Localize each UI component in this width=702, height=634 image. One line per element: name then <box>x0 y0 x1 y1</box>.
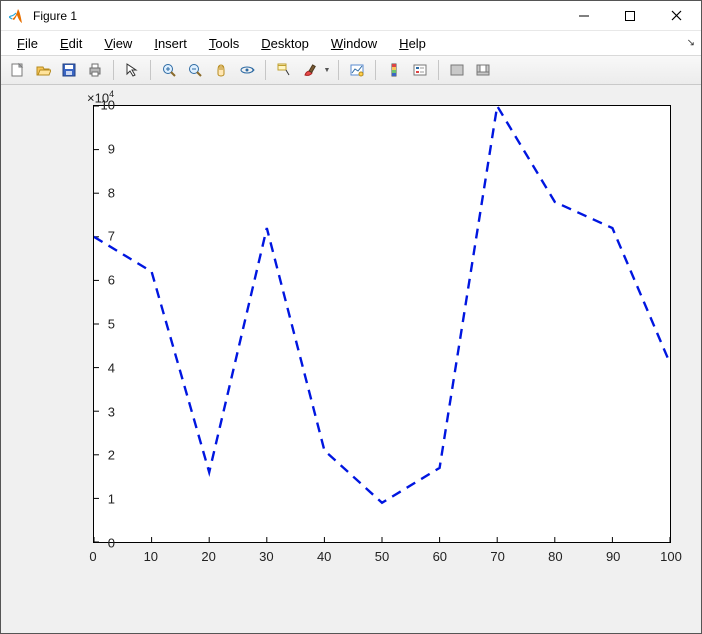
rotate-3d-button[interactable] <box>235 58 259 82</box>
menu-help[interactable]: Help <box>389 34 436 53</box>
x-tick-label: 50 <box>367 549 397 564</box>
brush-button[interactable] <box>298 58 322 82</box>
titlebar: Figure 1 <box>1 1 701 31</box>
undock-icon[interactable]: ↘ <box>687 38 695 49</box>
x-tick-label: 20 <box>194 549 224 564</box>
x-tick-label: 60 <box>425 549 455 564</box>
window-title: Figure 1 <box>33 9 561 23</box>
maximize-button[interactable] <box>607 1 653 31</box>
close-button[interactable] <box>653 1 699 31</box>
zoom-out-button[interactable] <box>183 58 207 82</box>
menu-file[interactable]: File <box>7 34 48 53</box>
x-tick-label: 10 <box>136 549 166 564</box>
separator <box>338 60 339 80</box>
minimize-button[interactable] <box>561 1 607 31</box>
x-tick-label: 90 <box>598 549 628 564</box>
y-tick-label: 8 <box>85 185 115 200</box>
line-plot <box>94 106 670 542</box>
data-cursor-button[interactable] <box>272 58 296 82</box>
zoom-in-button[interactable] <box>157 58 181 82</box>
menubar: File Edit View Insert Tools Desktop Wind… <box>1 31 701 55</box>
separator <box>375 60 376 80</box>
new-figure-button[interactable] <box>5 58 29 82</box>
print-button[interactable] <box>83 58 107 82</box>
menu-desktop[interactable]: Desktop <box>251 34 319 53</box>
separator <box>265 60 266 80</box>
x-tick-label: 70 <box>483 549 513 564</box>
x-tick-label: 40 <box>309 549 339 564</box>
hide-plot-tools-button[interactable] <box>445 58 469 82</box>
edit-plot-button[interactable] <box>120 58 144 82</box>
menu-window[interactable]: Window <box>321 34 387 53</box>
separator <box>438 60 439 80</box>
menu-tools[interactable]: Tools <box>199 34 249 53</box>
brush-dropdown[interactable]: ▼ <box>322 58 332 82</box>
window-controls <box>561 1 699 31</box>
y-tick-label: 9 <box>85 141 115 156</box>
figure-area: ×104 012345678910 0102030405060708090100 <box>1 85 701 633</box>
show-plot-tools-button[interactable] <box>471 58 495 82</box>
save-button[interactable] <box>57 58 81 82</box>
x-tick-label: 30 <box>251 549 281 564</box>
matlab-icon <box>9 8 25 24</box>
y-tick-label: 3 <box>85 404 115 419</box>
y-tick-label: 6 <box>85 273 115 288</box>
insert-legend-button[interactable] <box>408 58 432 82</box>
axes[interactable] <box>93 105 671 543</box>
menu-view[interactable]: View <box>94 34 142 53</box>
y-tick-label: 1 <box>85 492 115 507</box>
link-plot-button[interactable] <box>345 58 369 82</box>
y-tick-label: 10 <box>85 98 115 113</box>
menu-edit[interactable]: Edit <box>50 34 92 53</box>
x-tick-label: 100 <box>656 549 686 564</box>
separator <box>113 60 114 80</box>
x-tick-label: 0 <box>78 549 108 564</box>
y-tick-label: 4 <box>85 360 115 375</box>
y-tick-label: 5 <box>85 317 115 332</box>
x-tick-label: 80 <box>540 549 570 564</box>
pan-button[interactable] <box>209 58 233 82</box>
y-tick-label: 2 <box>85 448 115 463</box>
separator <box>150 60 151 80</box>
insert-colorbar-button[interactable] <box>382 58 406 82</box>
menu-insert[interactable]: Insert <box>144 34 197 53</box>
y-tick-label: 7 <box>85 229 115 244</box>
toolbar: ▼ <box>1 55 701 85</box>
open-button[interactable] <box>31 58 55 82</box>
